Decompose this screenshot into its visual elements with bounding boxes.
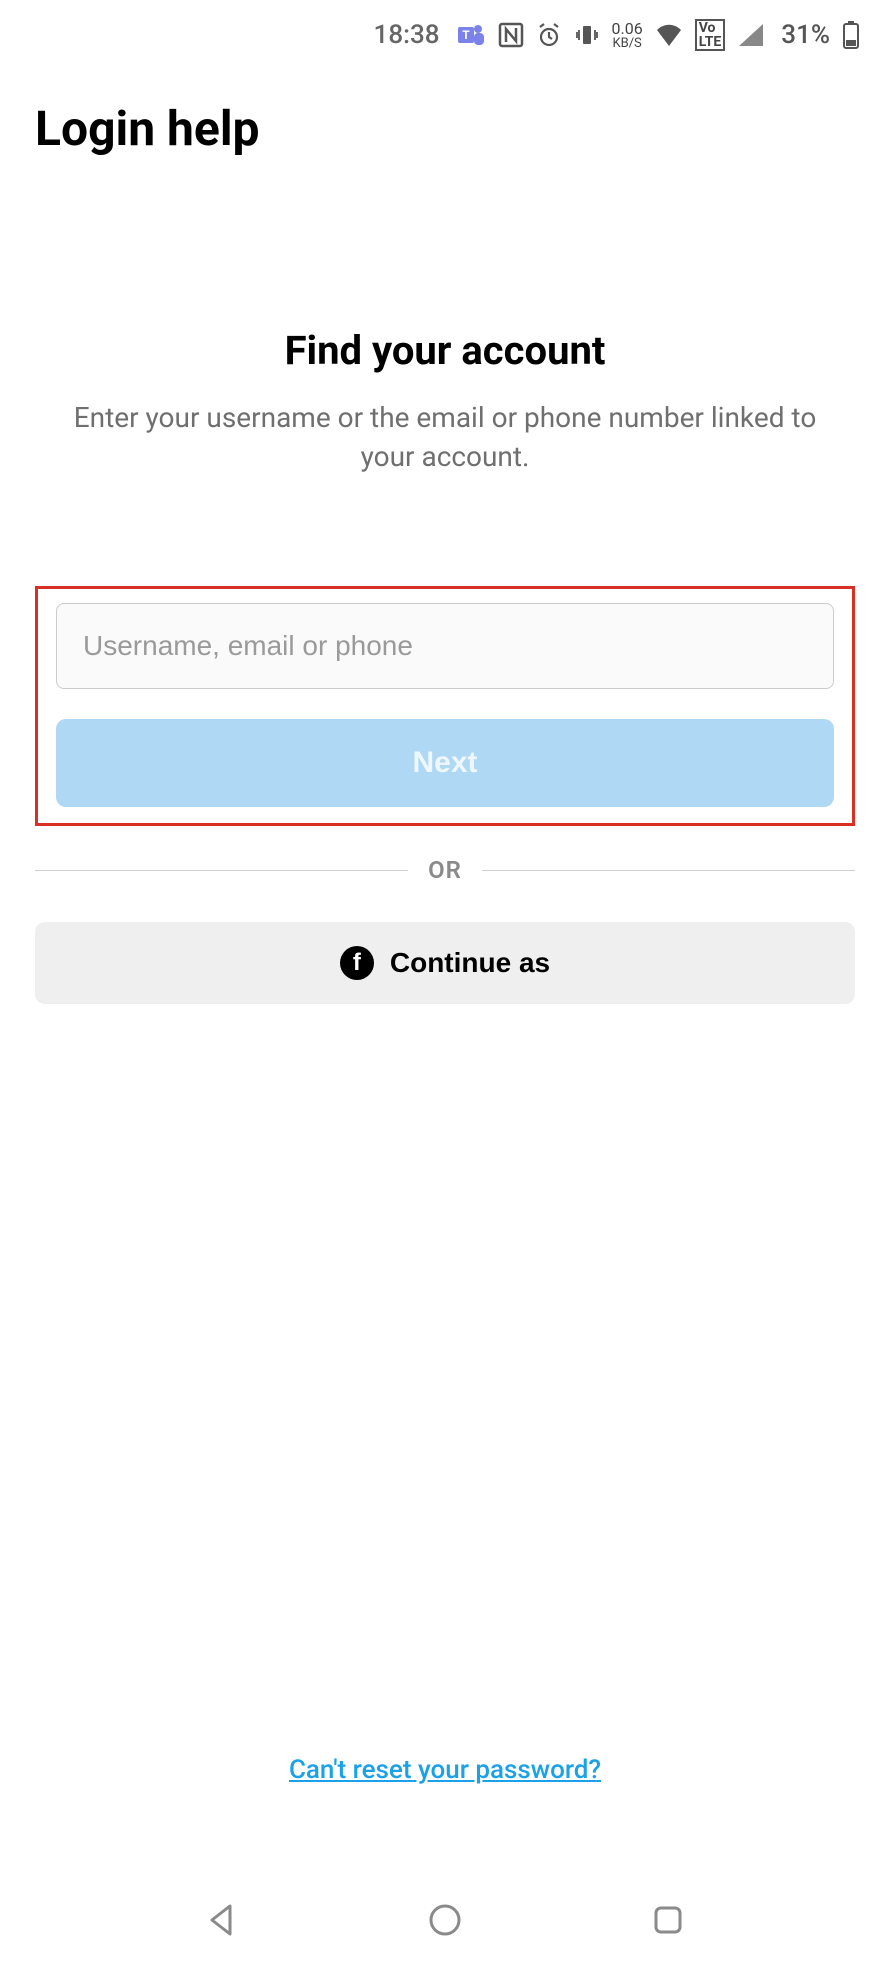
battery-icon <box>842 20 860 50</box>
divider-line-right <box>482 870 855 871</box>
username-input[interactable] <box>56 603 834 689</box>
cant-reset-password-link[interactable]: Can't reset your password? <box>0 1755 890 1785</box>
find-account-subtext: Enter your username or the email or phon… <box>35 398 855 476</box>
find-account-heading: Find your account <box>35 327 855 374</box>
nav-recents-button[interactable] <box>648 1900 688 1940</box>
or-divider: OR <box>35 856 855 884</box>
continue-facebook-button[interactable]: f Continue as <box>35 922 855 1004</box>
alarm-icon <box>536 22 562 48</box>
signal-icon <box>737 24 763 46</box>
vibrate-icon <box>574 22 600 48</box>
nfc-icon <box>498 22 524 48</box>
nav-back-button[interactable] <box>202 1900 242 1940</box>
data-rate: 0.06 KB/S <box>612 21 643 50</box>
status-time: 18:38 <box>374 20 440 50</box>
highlight-box: Next <box>35 586 855 826</box>
continue-facebook-label: Continue as <box>390 947 550 979</box>
divider-line-left <box>35 870 408 871</box>
volte-icon: VoLTE <box>695 19 726 51</box>
teams-icon: T <box>456 21 486 49</box>
android-nav-bar <box>0 1870 890 1970</box>
page-title: Login help <box>0 70 890 167</box>
or-label: OR <box>428 856 462 884</box>
battery-percent: 31% <box>781 20 830 50</box>
next-button[interactable]: Next <box>56 719 834 807</box>
facebook-icon: f <box>340 946 374 980</box>
wifi-icon <box>655 24 683 46</box>
svg-text:T: T <box>462 28 470 42</box>
main-content: Find your account Enter your username or… <box>0 327 890 1004</box>
nav-home-button[interactable] <box>425 1900 465 1940</box>
status-bar: 18:38 T 0.06 KB/S VoLTE 31% <box>0 0 890 70</box>
